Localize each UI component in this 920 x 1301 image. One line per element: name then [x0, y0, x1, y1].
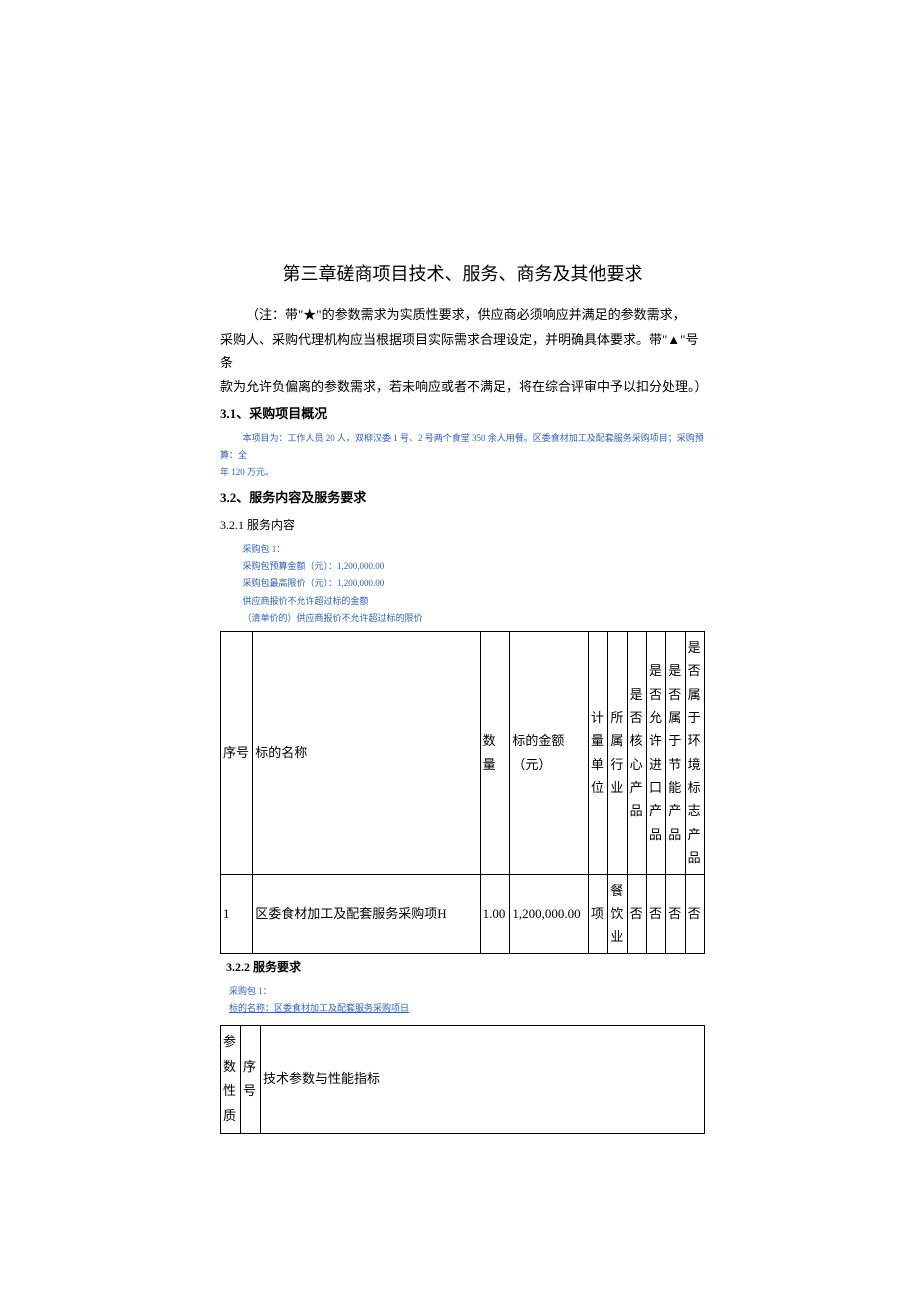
service-content-line-3: 采购包最高限价（元）：1,200,000.00 [220, 575, 705, 592]
col-env: 是否属于环境标志产品 [685, 631, 704, 874]
col-core: 是否核心产品 [627, 631, 646, 874]
cell-env: 否 [685, 874, 704, 953]
col-qty: 数量 [480, 631, 510, 874]
section-3-2-1-heading: 3.2.1 服务内容 [220, 516, 705, 533]
service-content-line-5: （清单价的）供应商报价不允许超过标的限价 [220, 610, 705, 627]
col-spec: 技术参数与性能指标 [261, 1026, 705, 1134]
cell-qty: 1.00 [480, 874, 510, 953]
cell-energy: 否 [666, 874, 685, 953]
procurement-table: 序号 标的名称 数量 标的金额（元） 计量单位 所属行业 是否核心产品 是否允许… [220, 631, 705, 954]
col-energy: 是否属于节能产品 [666, 631, 685, 874]
note-line-1: （注：带"★"的参数需求为实质性要求，供应商必须响应并满足的参数需求， [220, 304, 705, 327]
table-row: 1 区委食材加工及配套服务采购项H 1.00 1,200,000.00 项 餐饮… [221, 874, 705, 953]
note-line-2: 采购人、采购代理机构应当根据项目实际需求合理设定，并明确具体要求。带"▲"号条 [220, 329, 705, 375]
note-line-3: 款为允许负偏离的参数需求，若未响应或者不满足，将在综合评审中予以扣分处理。） [220, 376, 705, 399]
cell-amount: 1,200,000.00 [510, 874, 589, 953]
service-content-line-2: 采购包预算金额（元）：1,200,000.00 [220, 558, 705, 575]
col-seq: 序号 [241, 1026, 261, 1134]
col-param-nature: 参数性质 [221, 1026, 241, 1134]
cell-seq: 1 [221, 874, 253, 953]
section-3-2-label: 3.2、服务内容及服务要求 [220, 490, 366, 505]
col-import: 是否允许进口产品 [646, 631, 665, 874]
service-content-line-1: 采购包 1： [220, 541, 705, 558]
col-name: 标的名称 [253, 631, 480, 874]
spec-table: 参数性质 序号 技术参数与性能指标 [220, 1025, 705, 1134]
cell-name: 区委食材加工及配套服务采购项H [253, 874, 480, 953]
section-3-1-heading: 3.1、采购项目概况 [220, 403, 705, 422]
section-3-1-label: 3.1、采购项目概况 [220, 406, 327, 421]
service-req-line-1: 采购包 1： [220, 983, 705, 1000]
cell-import: 否 [646, 874, 665, 953]
project-overview-line-1: 本项目为：工作人员 20 人，双柳汉委 1 号、2 号两个食堂 350 余人用餐… [220, 430, 705, 464]
col-industry: 所属行业 [608, 631, 627, 874]
col-unit: 计量单位 [588, 631, 607, 874]
cell-core: 否 [627, 874, 646, 953]
cell-industry: 餐饮业 [608, 874, 627, 953]
section-3-2-2-label: 3.2.2 服务要求 [226, 960, 301, 974]
section-3-2-heading: 3.2、服务内容及服务要求 [220, 487, 705, 506]
service-content-line-4: 供应商报价不允许超过标的金额 [220, 593, 705, 610]
col-seq: 序号 [221, 631, 253, 874]
col-amount: 标的金额（元） [510, 631, 589, 874]
service-req-line-2: 标的名称：区委食材加工及配套服务采购项日 [220, 1000, 705, 1017]
cell-unit: 项 [588, 874, 607, 953]
project-overview-line-2: 年 120 万元。 [220, 464, 705, 481]
section-3-2-2-heading: 3.2.2 服务要求 [220, 958, 705, 975]
table-header-row: 序号 标的名称 数量 标的金额（元） 计量单位 所属行业 是否核心产品 是否允许… [221, 631, 705, 874]
table-header-row: 参数性质 序号 技术参数与性能指标 [221, 1026, 705, 1134]
chapter-title: 第三章磋商项目技术、服务、商务及其他要求 [220, 260, 705, 286]
